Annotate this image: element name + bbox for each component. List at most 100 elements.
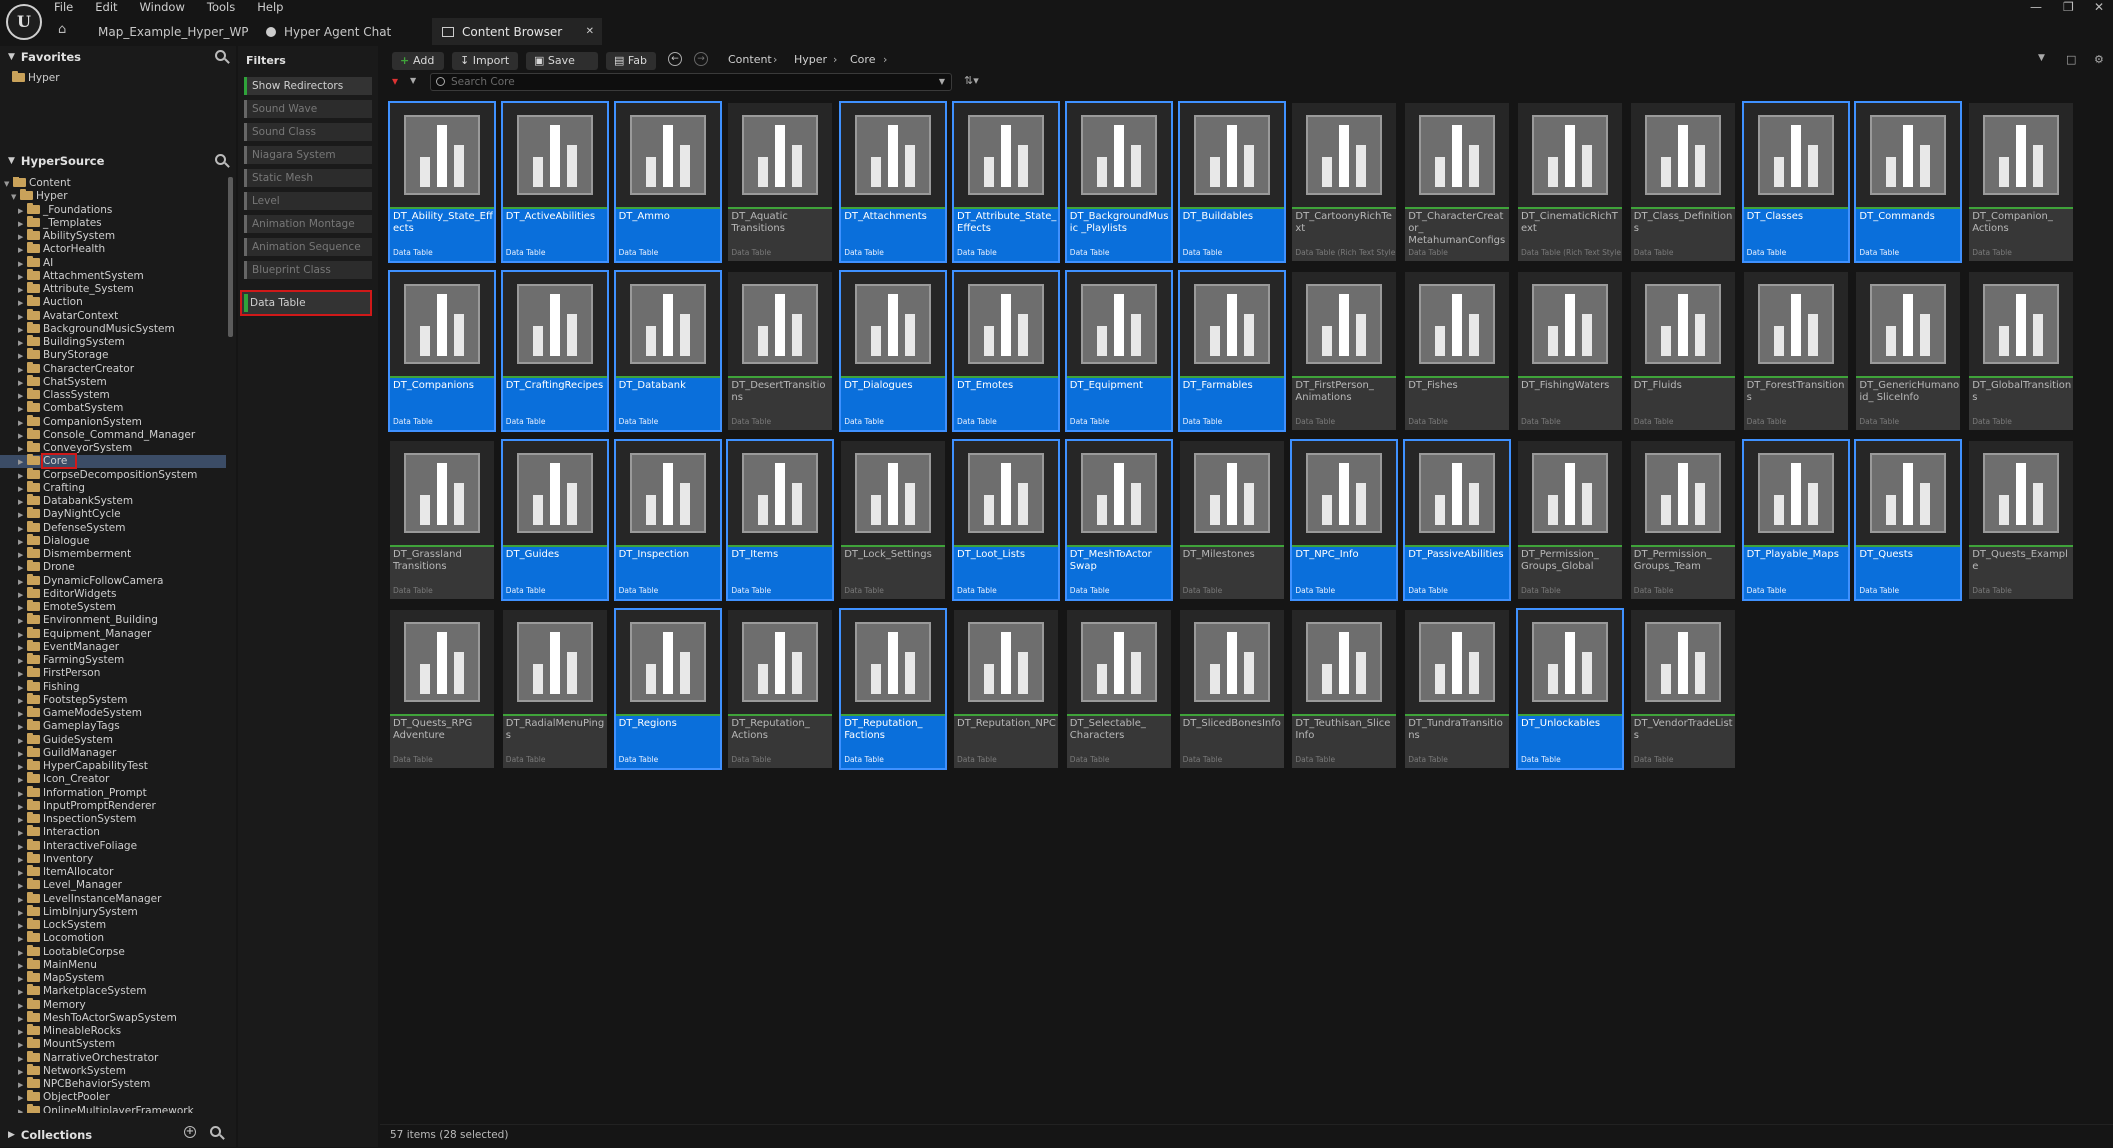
folder-tree-item[interactable]: ▶ EmoteSystem — [0, 600, 226, 615]
collapsed-arrow-icon[interactable]: ▶ — [18, 801, 27, 814]
folder-tree-item[interactable]: ▶ GameplayTags — [0, 719, 226, 733]
collapsed-arrow-icon[interactable]: ▶ — [18, 602, 27, 615]
expanded-arrow-icon[interactable]: ▼ — [4, 178, 13, 191]
folder-tree-item[interactable]: ▶ Equipment_Manager — [0, 626, 226, 641]
folder-tree-item[interactable]: ▶ CorpseDecompositionSystem — [0, 467, 226, 483]
add-collection-icon[interactable]: + — [184, 1126, 196, 1138]
asset-tile[interactable]: DT_Permission_ Groups_Global Data Table — [1518, 441, 1622, 599]
folder-tree-item[interactable]: ▶ Information_Prompt — [0, 785, 226, 800]
folder-tree-item[interactable]: ▶ EventManager — [0, 639, 226, 654]
collapsed-arrow-icon[interactable]: ▶ — [18, 1000, 27, 1013]
folder-tree-item[interactable]: ▶ CompanionSystem — [0, 414, 226, 430]
search-icon[interactable] — [215, 50, 226, 61]
folder-tree-item[interactable]: ▶ DatabankSystem — [0, 494, 226, 509]
asset-tile[interactable]: DT_Companion_ Actions Data Table — [1969, 103, 2074, 261]
asset-tile[interactable]: DT_CraftingRecipes Data Table — [500, 270, 609, 432]
asset-tile[interactable]: DT_CinematicRichText Data Table (Rich Tex… — [1518, 103, 1622, 261]
collapsed-arrow-icon[interactable]: ▶ — [18, 311, 27, 324]
filter-sound-class[interactable]: Sound Class — [244, 123, 372, 141]
folder-tree-item[interactable]: ▶ _Foundations — [0, 202, 226, 218]
collapsed-arrow-icon[interactable]: ▶ — [18, 377, 27, 390]
filter-animation-montage[interactable]: Animation Montage — [244, 215, 372, 233]
asset-tile[interactable]: DT_Databank Data Table — [613, 270, 722, 432]
restore-icon[interactable]: ❐ — [2063, 0, 2074, 14]
collapsed-arrow-icon[interactable]: ▶ — [18, 523, 27, 536]
folder-tree-item[interactable]: ▶ Auction — [0, 295, 226, 309]
menu-help[interactable]: Help — [257, 0, 283, 14]
folder-tree-item[interactable]: ▶ Fishing — [0, 679, 226, 695]
folder-tree-item[interactable]: ▶ BuryStorage — [0, 348, 226, 363]
import-button[interactable]: ↧ Import — [452, 52, 518, 70]
collapsed-arrow-icon[interactable]: ▶ — [18, 867, 27, 880]
collapsed-arrow-icon[interactable]: ▶ — [18, 205, 27, 218]
folder-tree-item[interactable]: ▶ LockSystem — [0, 918, 226, 933]
asset-tile[interactable]: DT_Equipment Data Table — [1064, 270, 1173, 432]
folder-tree-item[interactable]: ▶ Drone — [0, 560, 226, 574]
collapsed-arrow-icon[interactable]: ▶ — [18, 814, 27, 827]
asset-tile[interactable]: DT_ForestTransitions Data Table — [1743, 272, 1848, 430]
filter-dropdown-icon[interactable]: ▼ — [410, 76, 416, 85]
collapsed-arrow-icon[interactable]: ▶ — [18, 827, 27, 840]
folder-tree-item[interactable]: ▶ FootstepSystem — [0, 692, 226, 708]
breadcrumb-separator-icon[interactable]: › — [773, 53, 777, 66]
collapsed-arrow-icon[interactable]: ▶ — [18, 695, 27, 708]
folder-tree-item[interactable]: ▶ Attribute_System — [0, 282, 226, 296]
folder-tree-item[interactable]: ▶ EditorWidgets — [0, 586, 226, 601]
folder-tree-item[interactable]: ▶ CharacterCreator — [0, 361, 226, 376]
asset-tile[interactable]: DT_Attachments Data Table — [839, 101, 948, 263]
asset-tile[interactable]: DT_Dialogues Data Table — [839, 270, 948, 432]
folder-tree-item[interactable]: ▶ Icon_Creator — [0, 772, 226, 786]
collapse-arrow-icon[interactable]: ▼ — [8, 52, 15, 62]
collapsed-arrow-icon[interactable]: ▶ — [18, 668, 27, 681]
collapsed-arrow-icon[interactable]: ▶ — [18, 615, 27, 628]
asset-tile[interactable]: DT_Ability_State_Effects Data Table — [388, 101, 496, 263]
breadcrumb-dropdown-icon[interactable]: ▼ — [2038, 53, 2045, 63]
search-icon[interactable] — [215, 154, 226, 165]
asset-tile[interactable]: DT_GenericHumanoid_ SliceInfo Data Table — [1856, 272, 1961, 430]
folder-tree-item[interactable]: ▶ Environment_Building — [0, 613, 226, 628]
home-icon[interactable]: ⌂ — [58, 22, 72, 37]
asset-tile[interactable]: DT_FishingWaters Data Table — [1518, 272, 1622, 430]
collapsed-arrow-icon[interactable]: ▶ — [18, 682, 27, 695]
collapsed-arrow-icon[interactable]: ▶ — [18, 761, 27, 774]
folder-tree-item[interactable]: ▶ GuildManager — [0, 745, 226, 760]
filter-blueprint-class[interactable]: Blueprint Class — [244, 261, 372, 279]
folder-tree-item[interactable]: ▶ Memory — [0, 997, 226, 1013]
collapsed-arrow-icon[interactable]: ▶ — [18, 443, 27, 456]
history-forward-icon[interactable]: → — [694, 52, 708, 66]
breadcrumb-separator-icon[interactable]: › — [833, 53, 837, 66]
folder-tree-item[interactable]: ▶ LimbInjurySystem — [0, 904, 226, 919]
collapsed-arrow-icon[interactable]: ▶ — [18, 576, 27, 589]
collections-header[interactable]: ▶ Collections + — [0, 1122, 236, 1147]
folder-tree-item[interactable]: ▶ CombatSystem — [0, 401, 226, 415]
collapsed-arrow-icon[interactable]: ▶ — [18, 655, 27, 668]
filter-niagara-system[interactable]: Niagara System — [244, 146, 372, 164]
folder-tree-item[interactable]: ▶ DynamicFollowCamera — [0, 573, 226, 589]
collapsed-arrow-icon[interactable]: ▶ — [18, 417, 27, 430]
collapsed-arrow-icon[interactable]: ▶ — [18, 456, 27, 469]
collapsed-arrow-icon[interactable]: ▶ — [18, 536, 27, 549]
asset-tile[interactable]: DT_Buildables Data Table — [1177, 101, 1286, 263]
asset-tile[interactable]: DT_Reputation_NPC Data Table — [954, 610, 1058, 768]
collapsed-arrow-icon[interactable]: ▶ — [18, 986, 27, 999]
breadcrumb-separator-icon[interactable]: › — [883, 53, 887, 66]
filter-data-table[interactable]: Data Table — [240, 290, 372, 316]
collapsed-arrow-icon[interactable]: ▶ — [18, 430, 27, 443]
asset-tile[interactable]: DT_Regions Data Table — [613, 608, 722, 770]
folder-tree-item[interactable]: ▶ ActorHealth — [0, 242, 226, 256]
sort-icon[interactable]: ⇅▾ — [964, 74, 979, 87]
collapse-arrow-icon[interactable]: ▼ — [8, 156, 15, 166]
collapsed-arrow-icon[interactable]: ▶ — [18, 1053, 27, 1066]
collapsed-arrow-icon[interactable]: ▶ — [18, 496, 27, 509]
collapsed-arrow-icon[interactable]: ▶ — [18, 337, 27, 350]
folder-tree-item[interactable]: ▶ MeshToActorSwapSystem — [0, 1010, 226, 1025]
collapsed-arrow-icon[interactable]: ▶ — [18, 350, 27, 363]
asset-tile[interactable]: DT_Quests_RPG Adventure Data Table — [390, 610, 494, 768]
collapsed-arrow-icon[interactable]: ▶ — [18, 920, 27, 933]
collapsed-arrow-icon[interactable]: ▶ — [18, 470, 27, 483]
folder-tree-item[interactable]: ▶ InspectionSystem — [0, 812, 226, 827]
folder-tree-item[interactable]: ▶ OnlineMultiplayerFramework — [0, 1103, 226, 1113]
asset-tile[interactable]: DT_Quests_Example Data Table — [1969, 441, 2074, 599]
folder-tree-item[interactable]: ▶ AttachmentSystem — [0, 268, 226, 283]
asset-tile[interactable]: DT_Classes Data Table — [1741, 101, 1850, 263]
